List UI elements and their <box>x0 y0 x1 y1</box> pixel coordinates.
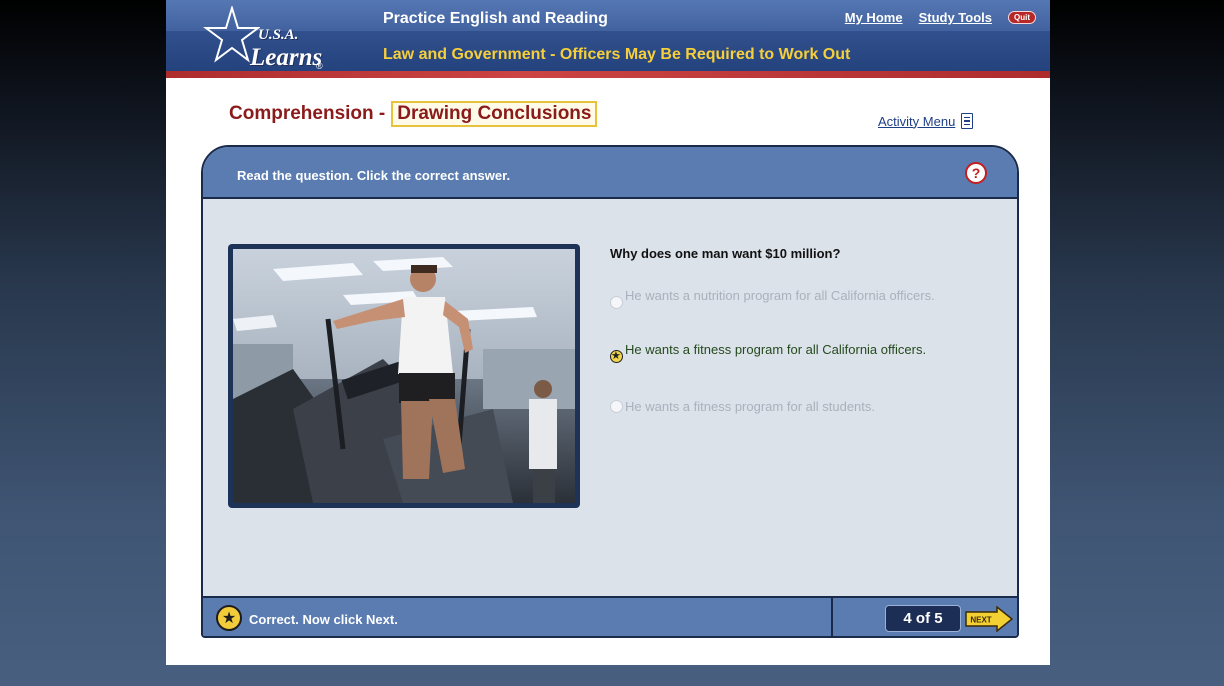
activity-menu-icon <box>961 113 974 129</box>
answer-option-3[interactable]: He wants a fitness program for all stude… <box>610 399 950 415</box>
help-icon[interactable]: ? <box>965 162 987 184</box>
my-home-link[interactable]: My Home <box>845 10 903 25</box>
answer-option-2[interactable]: He wants a fitness program for all Calif… <box>610 342 950 364</box>
gym-photo <box>233 249 575 503</box>
page-title: Comprehension - Drawing Conclusions <box>229 101 598 127</box>
answer-option-text: He wants a nutrition program for all Cal… <box>625 288 935 303</box>
question-text: Why does one man want $10 million? <box>610 246 841 261</box>
status-text: Correct. Now click Next. <box>249 612 398 627</box>
study-tools-link[interactable]: Study Tools <box>919 10 992 25</box>
answer-option-1[interactable]: He wants a nutrition program for all Cal… <box>610 288 950 309</box>
usa-learns-logo[interactable]: U.S.A. Learns ® <box>200 4 330 72</box>
activity-photo-frame <box>228 244 580 508</box>
star-radio-icon[interactable] <box>610 348 623 364</box>
instructions-bar: Read the question. Click the correct ans… <box>203 147 1017 199</box>
logo-usa-text: U.S.A. <box>258 27 299 43</box>
status-divider <box>831 598 833 636</box>
site-header: U.S.A. Learns ® Practice English and Rea… <box>166 0 1050 78</box>
answer-option-text: He wants a fitness program for all Calif… <box>625 342 927 357</box>
site-title: Practice English and Reading <box>383 10 608 27</box>
quit-button[interactable]: Quit <box>1008 11 1036 24</box>
activity-menu-label: Activity Menu <box>878 113 956 129</box>
radio-button[interactable] <box>610 400 623 413</box>
answer-option-text: He wants a fitness program for all stude… <box>625 399 876 414</box>
page-counter: 4 of 5 <box>885 605 961 632</box>
page: U.S.A. Learns ® Practice English and Rea… <box>166 0 1050 665</box>
header-stripe <box>166 71 1050 78</box>
activity-menu-link[interactable]: Activity Menu <box>878 113 974 129</box>
logo-learns-text: Learns <box>250 44 323 71</box>
activity-panel: Read the question. Click the correct ans… <box>201 145 1019 638</box>
next-label: NEXT <box>970 616 991 625</box>
next-button[interactable]: NEXT <box>965 606 1013 632</box>
lesson-title: Law and Government - Officers May Be Req… <box>383 46 851 63</box>
star-icon: ★ <box>216 605 242 631</box>
status-bar: ★ Correct. Now click Next. 4 of 5 NEXT <box>203 596 1017 636</box>
instructions-text: Read the question. Click the correct ans… <box>237 168 511 183</box>
logo-registered-mark: ® <box>316 61 323 71</box>
page-title-sub: Drawing Conclusions <box>391 101 598 127</box>
page-title-main: Comprehension - <box>229 103 386 124</box>
radio-button[interactable] <box>610 296 623 309</box>
top-nav: My Home Study Tools Quit <box>845 10 1036 25</box>
